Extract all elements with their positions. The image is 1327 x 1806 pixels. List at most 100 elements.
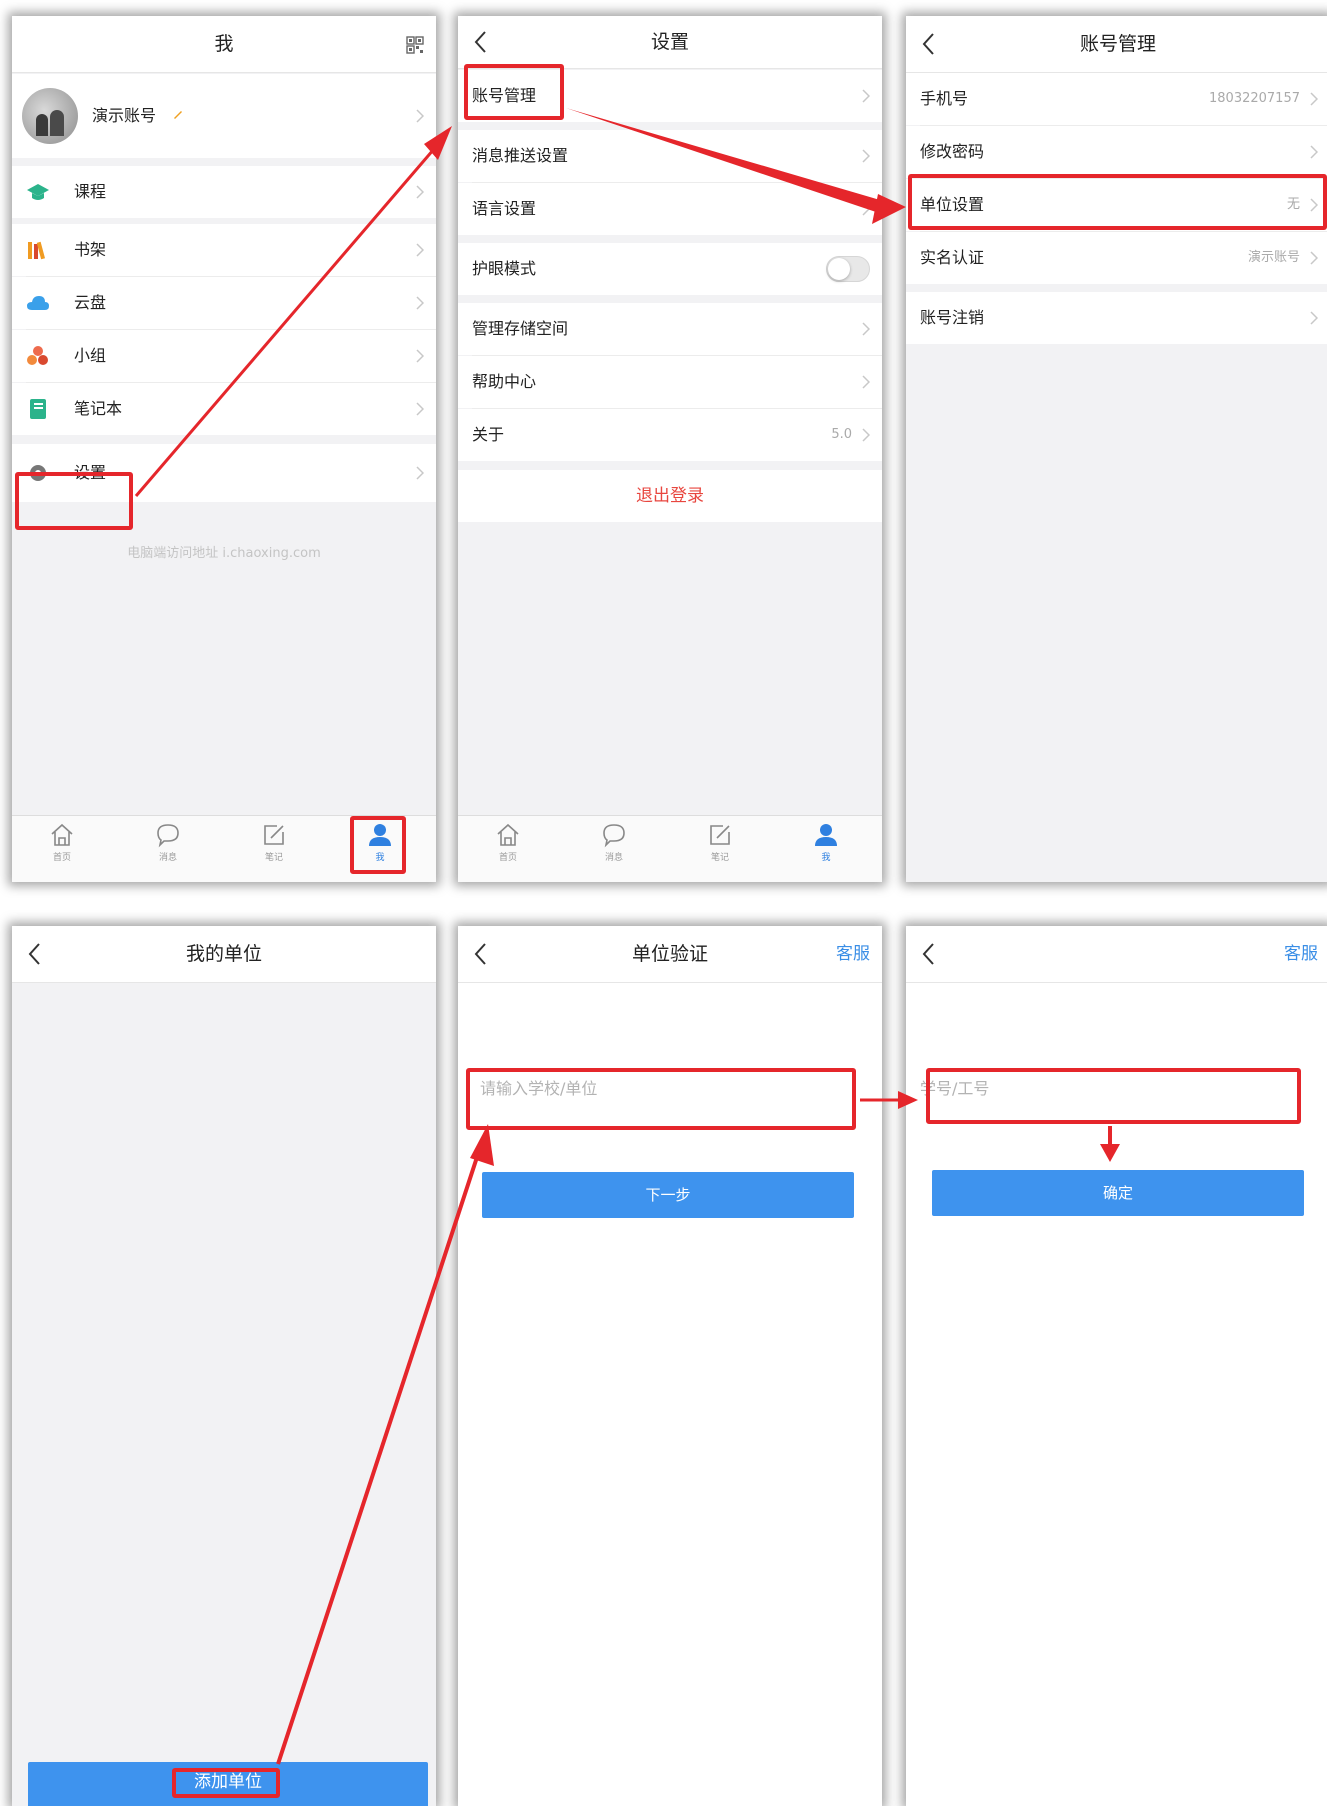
chevron-right-icon	[862, 375, 870, 389]
row-label: 修改密码	[920, 142, 985, 161]
chevron-right-icon	[1310, 251, 1318, 265]
chevron-right-icon	[416, 185, 424, 199]
cloud-icon	[27, 296, 49, 310]
menu-item-course[interactable]: 课程	[12, 166, 436, 218]
chevron-right-icon	[862, 149, 870, 163]
tab-label: 笔记	[710, 853, 729, 863]
tab-label: 消息	[604, 853, 623, 863]
profile-name: 演示账号	[92, 106, 157, 125]
screen-account-management: 账号管理 手机号 18032207157 修改密码 单位设置 无 实名认证 演示…	[906, 16, 1327, 882]
avatar[interactable]	[22, 88, 78, 144]
page-title: 设置	[650, 31, 689, 53]
tab-messages[interactable]: 消息	[138, 822, 198, 863]
chevron-right-icon	[1310, 145, 1318, 159]
chevron-right-icon	[862, 89, 870, 103]
screen-unit-verify: 单位验证 客服 请输入学校/单位 下一步	[458, 926, 882, 1806]
tab-notes[interactable]: 笔记	[244, 822, 304, 863]
highlight-add-unit	[172, 1768, 280, 1798]
highlight-school-input	[466, 1068, 856, 1130]
tab-label: 我	[821, 853, 831, 863]
back-arrow-icon[interactable]	[918, 940, 940, 968]
message-icon	[603, 824, 625, 848]
header: 我的单位	[12, 926, 436, 983]
page-title: 我的单位	[185, 943, 262, 965]
account-password-row[interactable]: 修改密码	[906, 126, 1327, 178]
screen-settings: 设置 账号管理 消息推送设置 语言设置 护眼模式 管理存储空间 帮助中心 关于 …	[458, 16, 882, 882]
realname-value: 演示账号	[1247, 250, 1300, 265]
confirm-button[interactable]: 确定	[932, 1170, 1304, 1216]
qr-code-icon[interactable]	[406, 36, 424, 54]
settings-help[interactable]: 帮助中心	[458, 356, 882, 408]
highlight-unit-settings	[908, 174, 1327, 230]
course-cap-icon	[27, 184, 49, 200]
next-step-button[interactable]: 下一步	[482, 1172, 854, 1218]
note-icon	[710, 825, 730, 845]
page-title: 账号管理	[1079, 33, 1156, 55]
eye-mode-toggle[interactable]	[826, 256, 870, 282]
menu-label: 云盘	[74, 293, 107, 312]
highlight-me-tab	[350, 816, 406, 874]
account-realname-row[interactable]: 实名认证 演示账号	[906, 232, 1327, 284]
tab-label: 消息	[158, 853, 177, 863]
bookshelf-icon	[28, 241, 46, 260]
header: 设置	[458, 16, 882, 69]
menu-item-bookshelf[interactable]: 书架	[12, 224, 436, 276]
tab-bar: 首页 消息 笔记 我	[458, 815, 882, 882]
header: 我	[12, 16, 436, 73]
chevron-right-icon	[1310, 92, 1318, 106]
account-cancel-row[interactable]: 账号注销	[906, 292, 1327, 344]
phone-value: 18032207157	[1209, 91, 1300, 106]
chevron-right-icon	[862, 202, 870, 216]
row-label: 账号注销	[920, 308, 985, 327]
tab-me[interactable]: 我	[796, 822, 856, 863]
highlight-account-mgmt	[464, 64, 564, 120]
web-address-note: 电脑端访问地址 i.chaoxing.com	[127, 546, 321, 561]
menu-item-notebook[interactable]: 笔记本	[12, 383, 436, 435]
tab-home[interactable]: 首页	[32, 822, 92, 863]
settings-push[interactable]: 消息推送设置	[458, 130, 882, 182]
chevron-right-icon	[416, 466, 424, 480]
row-label: 语言设置	[472, 199, 537, 218]
tab-notes[interactable]: 笔记	[690, 822, 750, 863]
chevron-right-icon	[416, 349, 424, 363]
profile-row[interactable]: 演示账号	[12, 74, 436, 158]
row-label: 消息推送设置	[472, 146, 569, 165]
page-title: 我	[214, 33, 234, 55]
tab-label: 首页	[498, 853, 517, 863]
screen-my-unit: 我的单位 添加单位	[12, 926, 436, 1806]
menu-label: 书架	[74, 240, 107, 259]
row-label: 手机号	[920, 89, 969, 108]
pencil-icon	[174, 111, 182, 119]
chevron-right-icon	[1310, 311, 1318, 325]
chevron-right-icon	[862, 428, 870, 442]
settings-eye-mode: 护眼模式	[458, 243, 882, 295]
version-value: 5.0	[831, 427, 852, 442]
tab-messages[interactable]: 消息	[584, 822, 644, 863]
menu-label: 小组	[74, 346, 107, 365]
account-phone-row[interactable]: 手机号 18032207157	[906, 73, 1327, 125]
menu-item-group[interactable]: 小组	[12, 330, 436, 382]
tab-home[interactable]: 首页	[478, 822, 538, 863]
home-icon	[497, 823, 519, 846]
tab-label: 笔记	[264, 853, 283, 863]
chevron-right-icon	[416, 402, 424, 416]
settings-storage[interactable]: 管理存储空间	[458, 303, 882, 355]
header: 单位验证 客服	[458, 926, 882, 983]
tab-label: 首页	[52, 853, 71, 863]
screen-student-id: 客服 学号/工号 确定	[906, 926, 1327, 1806]
row-label: 管理存储空间	[472, 319, 569, 338]
row-label: 护眼模式	[472, 259, 537, 278]
settings-about[interactable]: 关于 5.0	[458, 409, 882, 461]
settings-language[interactable]: 语言设置	[458, 183, 882, 235]
chevron-right-icon	[416, 243, 424, 257]
highlight-settings	[15, 472, 133, 530]
customer-service-link[interactable]: 客服	[1284, 926, 1318, 982]
message-icon	[157, 824, 179, 848]
logout-label: 退出登录	[636, 486, 704, 506]
menu-item-cloud[interactable]: 云盘	[12, 277, 436, 329]
chevron-right-icon	[416, 109, 424, 123]
customer-service-link[interactable]: 客服	[836, 926, 870, 982]
logout-button[interactable]: 退出登录	[458, 470, 882, 522]
screen-me: 我 演示账号 课程 书架 云盘 小组 笔记本 设置 电脑端访问地址 i.chao…	[12, 16, 436, 882]
header: 客服	[906, 926, 1327, 983]
